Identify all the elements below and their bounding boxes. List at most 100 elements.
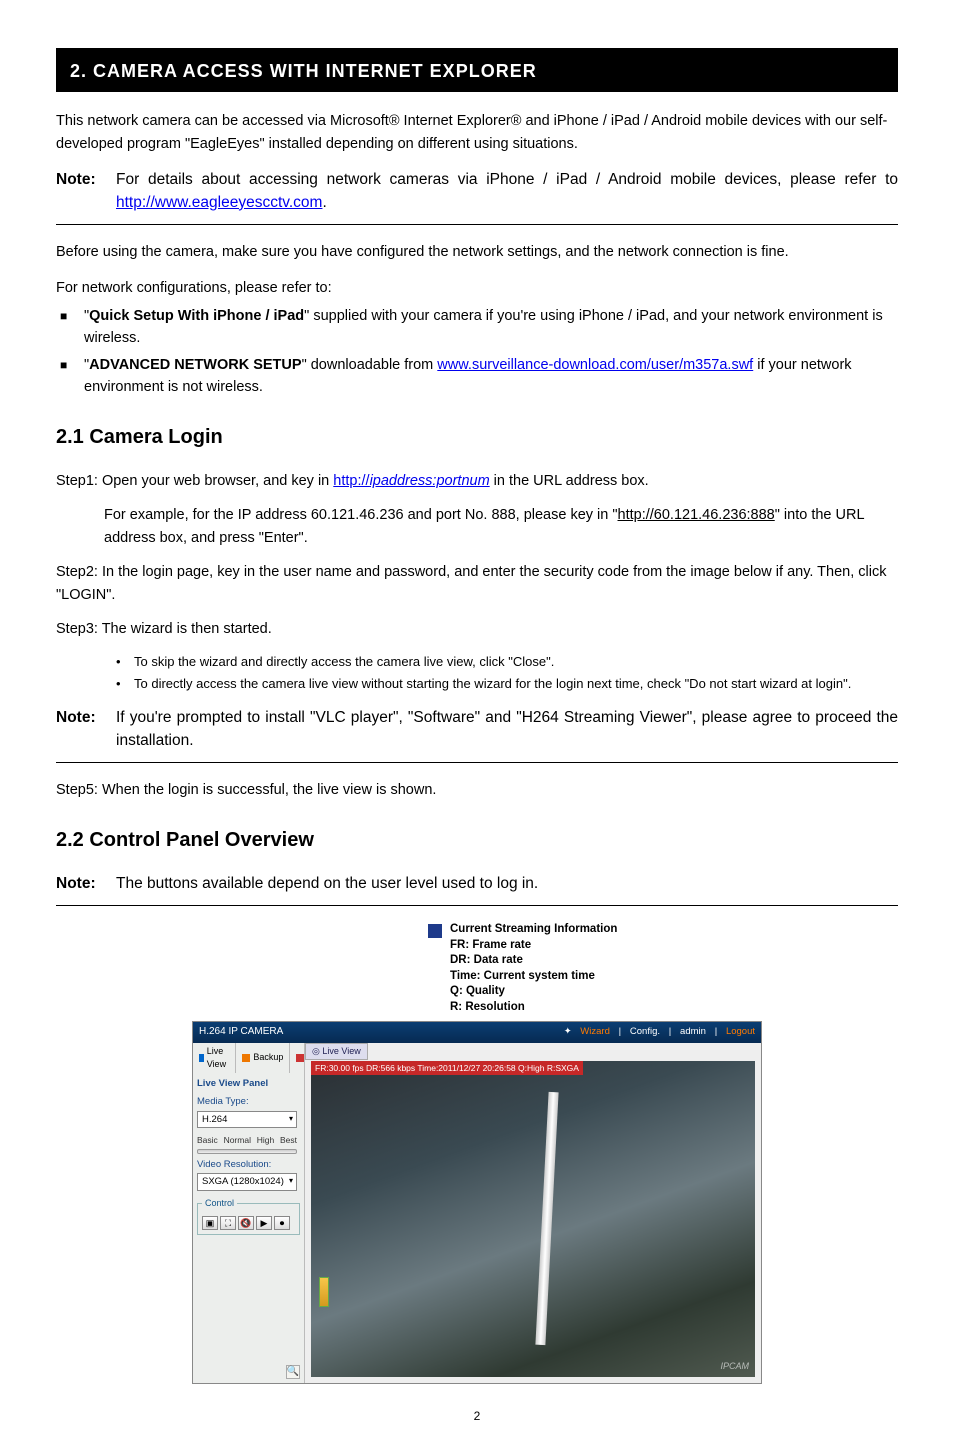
note-post: .: [322, 194, 326, 211]
sidebar: Live View Backup DPTZ Live View Panel Me…: [193, 1043, 305, 1383]
tab-backup[interactable]: Backup: [236, 1043, 290, 1073]
intro-paragraph: This network camera can be accessed via …: [56, 110, 898, 155]
bullet-head: Quick Setup With iPhone / iPad: [89, 308, 304, 324]
callout-bullet-icon: [428, 924, 442, 938]
step-label: Step1:: [56, 473, 102, 489]
panel-title: Live View Panel: [197, 1077, 300, 1091]
sub-item: To skip the wizard and directly access t…: [116, 653, 898, 672]
step3-body: The wizard is then started.: [102, 621, 272, 637]
step2: Step2: In the login page, key in the use…: [56, 561, 898, 606]
step1: Step1: Open your web browser, and key in…: [56, 470, 898, 492]
config-bullets: "Quick Setup With iPhone / iPad" supplie…: [56, 306, 898, 399]
screenshot-figure: Current Streaming Information FR: Frame …: [192, 922, 762, 1384]
step2-body: In the login page, key in the user name …: [56, 564, 886, 602]
sub-underline: http://60.121.46.236:888: [618, 507, 775, 523]
wizard-label: Wizard: [580, 1026, 610, 1037]
q-basic: Basic: [197, 1134, 218, 1146]
watermark: IPCAM: [720, 1360, 749, 1373]
scene-pole: [535, 1092, 558, 1345]
step1-pre: Open your web browser, and key in: [102, 473, 333, 489]
callout-line: FR: Frame rate: [450, 938, 617, 954]
eagleeyes-link[interactable]: http://www.eagleeyescctv.com: [116, 194, 322, 211]
callout-line: DR: Data rate: [450, 953, 617, 969]
step1-sub: For example, for the IP address 60.121.4…: [104, 504, 898, 549]
step-label: Step3:: [56, 621, 102, 637]
bullet-quick-setup: "Quick Setup With iPhone / iPad" supplie…: [56, 306, 898, 350]
step3-sublist: To skip the wizard and directly access t…: [116, 653, 898, 694]
note-label: Note:: [56, 707, 116, 752]
section-heading: 2. CAMERA ACCESS WITH INTERNET EXPLORER: [56, 48, 898, 92]
resolution-select[interactable]: SXGA (1280x1024): [197, 1173, 297, 1191]
audio-button[interactable]: 🔇: [238, 1216, 254, 1230]
tab-icon: [242, 1054, 250, 1062]
heading-2-1: 2.1 Camera Login: [56, 423, 898, 452]
control-fieldset: Control ▣ ⛶ 🔇 ▶ ⏺: [197, 1197, 300, 1235]
ipaddress-link[interactable]: http://ipaddress:portnum: [333, 473, 489, 489]
scene-box: [319, 1277, 329, 1307]
zoom-icon[interactable]: 🔍: [286, 1365, 300, 1379]
media-type-select[interactable]: H.264: [197, 1111, 297, 1129]
q-normal: Normal: [224, 1134, 251, 1146]
control-legend: Control: [202, 1197, 237, 1210]
osd-overlay: FR:30.00 fps DR:566 kbps Time:2011/12/27…: [311, 1061, 583, 1075]
before-paragraph: Before using the camera, make sure you h…: [56, 241, 898, 263]
note-3: Note: The buttons available depend on th…: [56, 873, 898, 906]
tab-live-view[interactable]: Live View: [193, 1043, 236, 1073]
link-italic: ipaddress:portnum: [370, 473, 490, 489]
note-pre: For details about accessing network came…: [116, 171, 898, 188]
admin-label: admin: [680, 1026, 706, 1037]
callout-line: Time: Current system time: [450, 969, 617, 985]
page-number: 2: [56, 1408, 898, 1425]
note-2: Note: If you're prompted to install "VLC…: [56, 707, 898, 763]
tab-label: Live View: [207, 1045, 230, 1071]
video-area: FR:30.00 fps DR:566 kbps Time:2011/12/27…: [311, 1061, 755, 1377]
app-body: Live View Backup DPTZ Live View Panel Me…: [193, 1043, 761, 1383]
bullet-mid: " downloadable from: [302, 357, 438, 373]
q-best: Best: [280, 1134, 297, 1146]
app-title: H.264 IP CAMERA: [199, 1025, 283, 1040]
quality-slider[interactable]: [197, 1149, 297, 1154]
tab-label: Backup: [253, 1051, 283, 1064]
heading-2-2: 2.2 Control Panel Overview: [56, 826, 898, 855]
step-label: Step2:: [56, 564, 102, 580]
note-body: For details about accessing network came…: [116, 169, 898, 214]
tab-icon: [296, 1054, 304, 1062]
callout: Current Streaming Information FR: Frame …: [192, 922, 762, 1015]
play-button[interactable]: ▶: [256, 1216, 272, 1230]
surveillance-link[interactable]: www.surveillance-download.com/user/m357a…: [437, 357, 753, 373]
callout-title: Current Streaming Information: [450, 922, 617, 938]
resolution-label: Video Resolution:: [197, 1158, 300, 1172]
step3: Step3: The wizard is then started.: [56, 618, 898, 640]
titlebar: H.264 IP CAMERA ✦ Wizard | Config. | adm…: [193, 1022, 761, 1043]
record-button[interactable]: ⏺: [274, 1216, 290, 1230]
config-link[interactable]: Config.: [630, 1026, 660, 1037]
link-pre: http://: [333, 473, 369, 489]
tab-icon: [199, 1054, 204, 1062]
titlebar-actions: ✦ Wizard | Config. | admin | Logout: [558, 1025, 755, 1040]
fullscreen-button[interactable]: ⛶: [220, 1216, 236, 1230]
q-high: High: [257, 1134, 274, 1146]
quality-labels: Basic Normal High Best: [197, 1134, 297, 1146]
config-lead: For network configurations, please refer…: [56, 277, 898, 299]
bullet-advanced-setup: "ADVANCED NETWORK SETUP" downloadable fr…: [56, 355, 898, 399]
live-view-tab[interactable]: ◎ Live View: [305, 1043, 368, 1060]
note-1: Note: For details about accessing networ…: [56, 169, 898, 225]
camera-app-window: H.264 IP CAMERA ✦ Wizard | Config. | adm…: [192, 1021, 762, 1384]
note-label: Note:: [56, 873, 116, 895]
callout-text: Current Streaming Information FR: Frame …: [450, 922, 617, 1015]
media-type-label: Media Type:: [197, 1095, 300, 1109]
sub-item: To directly access the camera live view …: [116, 675, 898, 694]
live-view-tab-label: Live View: [322, 1046, 360, 1056]
step-label: Step5:: [56, 782, 102, 798]
sub-pre: For example, for the IP address 60.121.4…: [104, 507, 618, 523]
snapshot-button[interactable]: ▣: [202, 1216, 218, 1230]
logout-link[interactable]: Logout: [726, 1026, 755, 1037]
note-label: Note:: [56, 169, 116, 214]
step5: Step5: When the login is successful, the…: [56, 779, 898, 801]
note-body: The buttons available depend on the user…: [116, 873, 898, 895]
callout-line: R: Resolution: [450, 1000, 617, 1016]
callout-line: Q: Quality: [450, 984, 617, 1000]
step5-body: When the login is successful, the live v…: [102, 782, 436, 798]
wizard-link[interactable]: ✦ Wizard: [564, 1026, 610, 1037]
main-pane: ◎ Live View FR:30.00 fps DR:566 kbps Tim…: [305, 1043, 761, 1383]
